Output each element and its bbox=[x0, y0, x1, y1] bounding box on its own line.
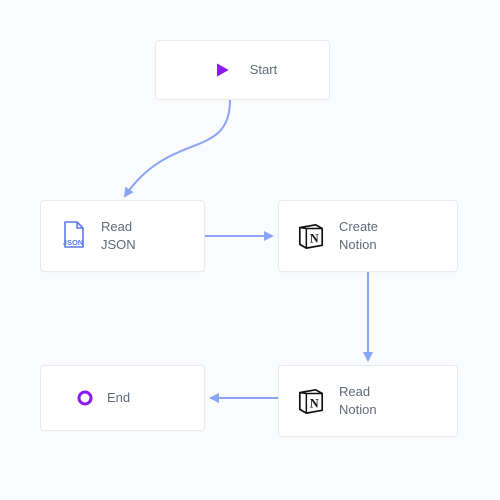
node-create-notion[interactable]: N Create Notion bbox=[278, 200, 458, 272]
node-start-label: Start bbox=[250, 61, 277, 79]
svg-text:JSON: JSON bbox=[63, 238, 83, 247]
node-create-notion-label: Create Notion bbox=[339, 218, 378, 253]
svg-text:N: N bbox=[310, 232, 319, 246]
edge-start-to-json bbox=[125, 100, 230, 196]
node-read-notion[interactable]: N Read Notion bbox=[278, 365, 458, 437]
node-end[interactable]: End bbox=[40, 365, 205, 431]
notion-icon: N bbox=[297, 222, 325, 250]
play-icon bbox=[208, 56, 236, 84]
node-read-json-label: Read JSON bbox=[101, 218, 136, 253]
node-start[interactable]: Start bbox=[155, 40, 330, 100]
notion-icon: N bbox=[297, 387, 325, 415]
svg-text:N: N bbox=[310, 397, 319, 411]
end-circle-icon bbox=[77, 384, 93, 412]
workflow-canvas: Start JSON Read JSON N Create Notion bbox=[0, 0, 500, 500]
json-file-icon: JSON bbox=[59, 222, 87, 250]
node-end-label: End bbox=[107, 389, 130, 407]
node-read-notion-label: Read Notion bbox=[339, 383, 377, 418]
node-read-json[interactable]: JSON Read JSON bbox=[40, 200, 205, 272]
